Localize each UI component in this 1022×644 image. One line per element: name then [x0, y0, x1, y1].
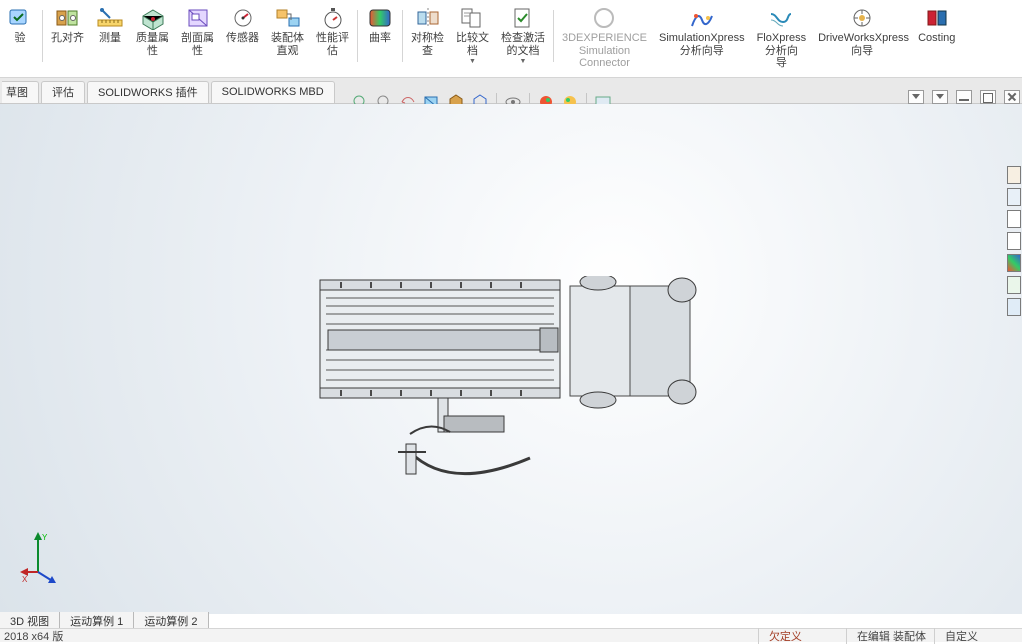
ribbon-separator: [402, 10, 403, 62]
tab-label: 草图: [6, 84, 28, 100]
graphics-area[interactable]: Y X: [0, 104, 1022, 614]
check-doc-icon: [509, 6, 537, 30]
floxpress-icon: [767, 6, 795, 30]
tab-label: 评估: [52, 84, 74, 100]
chevron-down-icon: ▼: [520, 58, 527, 65]
next-doc-icon[interactable]: [932, 90, 948, 104]
ruler-icon: [96, 6, 124, 30]
chevron-down-icon: ▼: [469, 58, 476, 65]
ribbon-btn-measure[interactable]: 测量: [90, 6, 130, 45]
ribbon-btn-3dexperience: 3DEXPERIENCE Simulation Connector: [556, 6, 653, 70]
maximize-icon[interactable]: [980, 90, 996, 104]
check-cube-icon: [6, 6, 34, 30]
ribbon-btn-symmetry-check[interactable]: 对称检 查: [405, 6, 450, 57]
model-view[interactable]: [310, 276, 710, 506]
ribbon-btn-compare-docs[interactable]: 比较文 档 ▼: [450, 6, 495, 65]
ribbon-label: 剖面属 性: [181, 32, 214, 57]
taskpane-view-palette-icon[interactable]: [1007, 232, 1021, 250]
axis-x-label: X: [22, 575, 28, 584]
taskpane-library-icon[interactable]: [1007, 210, 1021, 228]
ribbon-label: 孔对齐: [51, 32, 84, 45]
ribbon-label: Costing: [918, 32, 955, 45]
ribbon-label: 传感器: [226, 32, 259, 45]
mass-props-icon: [139, 6, 167, 30]
ribbon-btn-floxpress[interactable]: FloXpress 分析向 导: [751, 6, 813, 70]
tab-drawing[interactable]: 草图: [2, 81, 39, 103]
status-editing: 在编辑 装配体: [846, 628, 926, 644]
orientation-triad[interactable]: Y X: [20, 530, 80, 584]
simxpress-icon: [688, 6, 716, 30]
minimize-icon[interactable]: [956, 90, 972, 104]
taskpane-resources-icon[interactable]: [1007, 188, 1021, 206]
status-version: 2018 x64 版: [0, 628, 758, 644]
ribbon-label: 3DEXPERIENCE Simulation Connector: [562, 32, 647, 70]
tab-label: SOLIDWORKS MBD: [222, 86, 324, 98]
prev-doc-icon[interactable]: [908, 90, 924, 104]
ribbon-btn-check-active[interactable]: 检查激活 的文档 ▼: [495, 6, 551, 65]
ribbon-btn-simxpress[interactable]: SimulationXpress 分析向导: [653, 6, 751, 57]
ribbon-label: 装配体 直观: [271, 32, 304, 57]
sensor-icon: [229, 6, 257, 30]
ribbon-separator: [42, 10, 43, 62]
symmetry-icon: [414, 6, 442, 30]
ribbon-separator: [553, 10, 554, 62]
ribbon-label: SimulationXpress 分析向导: [659, 32, 745, 57]
ribbon-btn-mass-props[interactable]: 质量属 性: [130, 6, 175, 57]
compare-docs-icon: [459, 6, 487, 30]
ribbon-label: 比较文 档: [456, 32, 489, 57]
ribbon-btn-perf-eval[interactable]: 性能评 估: [310, 6, 355, 57]
task-pane-tabs: [1006, 166, 1022, 316]
taskpane-home-icon[interactable]: [1007, 166, 1021, 184]
taskpane-forum-icon[interactable]: [1007, 298, 1021, 316]
tab-evaluate[interactable]: 评估: [41, 81, 85, 103]
curvature-icon: [366, 6, 394, 30]
tab-label: SOLIDWORKS 插件: [98, 84, 198, 100]
ribbon-label: 质量属 性: [136, 32, 169, 57]
costing-icon: [923, 6, 951, 30]
tab-label: 运动算例 1: [70, 616, 123, 628]
close-icon[interactable]: [1004, 90, 1020, 104]
ribbon-btn-curvature[interactable]: 曲率: [360, 6, 400, 45]
ribbon-separator: [357, 10, 358, 62]
ribbon-label: 测量: [99, 32, 121, 45]
status-bar: 2018 x64 版 欠定义 在编辑 装配体 自定义: [0, 628, 1022, 642]
tab-sw-mbd[interactable]: SOLIDWORKS MBD: [211, 81, 335, 103]
status-custom: 自定义: [934, 628, 1014, 644]
ribbon-toolbar: 验 孔对齐 测量 质量属 性 剖面属 性 传感器 装配体 直观 性能评 估 曲率…: [0, 0, 1022, 78]
taskpane-custom-props-icon[interactable]: [1007, 276, 1021, 294]
tab-sw-addins[interactable]: SOLIDWORKS 插件: [87, 81, 209, 103]
tab-label: 3D 视图: [10, 616, 49, 628]
ribbon-btn-section-props[interactable]: 剖面属 性: [175, 6, 220, 57]
ribbon-btn-sensors[interactable]: 传感器: [220, 6, 265, 45]
section-props-icon: [184, 6, 212, 30]
ribbon-btn-dwxpress[interactable]: DriveWorksXpress 向导: [812, 6, 912, 57]
tab-label: 运动算例 2: [144, 616, 197, 628]
hole-align-icon: [54, 6, 82, 30]
ribbon-label: 验: [15, 32, 26, 45]
ribbon-label: 曲率: [369, 32, 391, 45]
ribbon-label: DriveWorksXpress 向导: [818, 32, 906, 57]
ribbon-label: 检查激活 的文档: [501, 32, 545, 57]
asm-visual-icon: [274, 6, 302, 30]
taskpane-appearances-icon[interactable]: [1007, 254, 1021, 272]
viewport-window-controls: [908, 90, 1020, 104]
status-underdefined: 欠定义: [758, 628, 838, 644]
axis-y-label: Y: [42, 533, 48, 542]
stopwatch-icon: [319, 6, 347, 30]
ribbon-label: 性能评 估: [316, 32, 349, 57]
driveworks-icon: [848, 6, 876, 30]
ribbon-label: 对称检 查: [411, 32, 444, 57]
3dexp-icon: [590, 6, 618, 30]
ribbon-label: FloXpress 分析向 导: [757, 32, 807, 70]
ribbon-btn-verify[interactable]: 验: [0, 6, 40, 45]
ribbon-btn-costing[interactable]: Costing: [912, 6, 961, 45]
ribbon-btn-hole-align[interactable]: 孔对齐: [45, 6, 90, 45]
ribbon-btn-asm-visual[interactable]: 装配体 直观: [265, 6, 310, 57]
